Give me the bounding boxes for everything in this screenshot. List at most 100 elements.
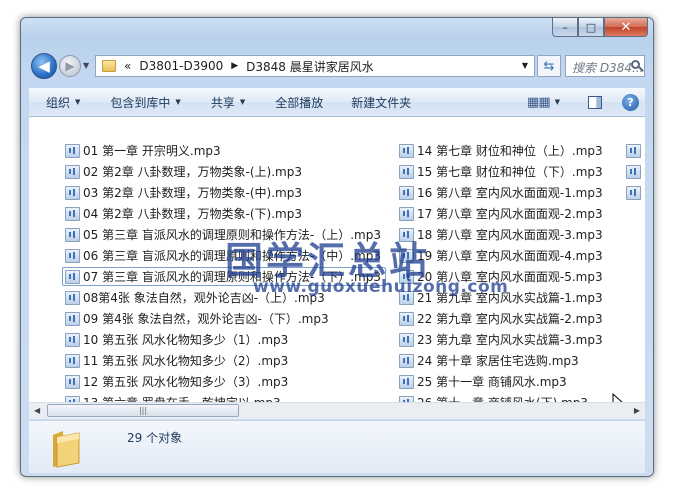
file-item[interactable]: 17 第八章 室内风水面面观-2.mp3 (399, 204, 603, 223)
audio-file-icon (65, 227, 80, 242)
audio-file-icon (626, 185, 641, 200)
file-item[interactable]: 15 第七章 财位和神位（下）.mp3 (399, 162, 603, 181)
audio-file-icon (65, 290, 80, 305)
audio-file-icon (399, 311, 414, 326)
file-item[interactable]: 29 地 (626, 183, 645, 202)
close-button[interactable]: ✕ (604, 18, 648, 37)
address-bar[interactable]: « D3801-D3900 ▶ D3848 晨星讲家居风水 ▼ (95, 55, 535, 77)
file-name: 25 第十一章 商铺风水.mp3 (417, 375, 567, 389)
file-item[interactable]: 24 第十章 家居住宅选购.mp3 (399, 351, 579, 370)
recent-pages-dropdown-icon[interactable]: ▼ (83, 61, 89, 70)
search-input[interactable]: 搜索 D384... (565, 55, 645, 77)
audio-file-icon (65, 248, 80, 263)
file-name: 17 第八章 室内风水面面观-2.mp3 (417, 207, 603, 221)
new-folder-label: 新建文件夹 (351, 95, 412, 110)
file-name: 09 第4张 象法自然，观外论吉凶-（下）.mp3 (83, 312, 329, 326)
play-all-button[interactable]: 全部播放 (275, 94, 323, 111)
search-icon[interactable] (631, 60, 640, 69)
file-item[interactable]: 26 第十一章 商铺风水(下).mp3 (399, 393, 588, 402)
address-overflow[interactable]: « (124, 59, 131, 73)
file-item[interactable]: 13 第六章 罗盘在手，乾坤定以.mp3 (65, 393, 281, 402)
audio-file-icon (626, 143, 641, 158)
file-item[interactable]: 11 第五张 风水化物知多少（2）.mp3 (65, 351, 288, 370)
audio-file-icon (399, 185, 414, 200)
watermark-url: www.guoxuehuizong.com (253, 277, 509, 297)
file-item[interactable]: 27 第 (626, 141, 645, 160)
file-item[interactable]: 28 第 (626, 162, 645, 181)
share-button[interactable]: 共享 ▼ (211, 94, 245, 111)
mouse-cursor-icon (612, 393, 623, 402)
command-bar: 组织 ▼ 包含到库中 ▼ 共享 ▼ 全部播放 新建文件夹 ▦▦ ▼ ? (29, 88, 645, 117)
file-name: 27 第 (644, 142, 645, 159)
share-label: 共享 (210, 95, 235, 110)
forward-button[interactable]: ▶ (59, 55, 81, 77)
file-name: 28 第 (644, 163, 645, 180)
file-item[interactable]: 04 第2章 八卦数理，万物类象-(下).mp3 (65, 204, 302, 223)
file-item[interactable]: 02 第2章 八卦数理，万物类象-(上).mp3 (65, 162, 302, 181)
organize-button[interactable]: 组织 ▼ (46, 94, 80, 111)
audio-file-icon (65, 206, 80, 221)
audio-file-icon (65, 269, 80, 284)
file-item[interactable]: 14 第七章 财位和神位（上）.mp3 (399, 141, 603, 160)
help-icon[interactable]: ? (622, 93, 639, 111)
file-item[interactable]: 10 第五张 风水化物知多少（1）.mp3 (65, 330, 288, 349)
item-count: 29 个对象 (127, 431, 183, 445)
file-name: 18 第八章 室内风水面面观-3.mp3 (417, 228, 603, 242)
file-name: 29 地 (644, 184, 645, 201)
include-in-library-label: 包含到库中 (110, 95, 171, 110)
back-button[interactable]: ◀ (31, 53, 57, 79)
audio-file-icon (626, 164, 641, 179)
refresh-button[interactable]: ⇆ (537, 55, 561, 77)
minimize-button[interactable]: – (552, 18, 578, 37)
file-name: 15 第七章 财位和神位（下）.mp3 (417, 165, 603, 179)
file-name: 12 第五张 风水化物知多少（3）.mp3 (83, 375, 289, 389)
explorer-window: – □ ✕ ◀ ▶ ▼ « D3801-D3900 ▶ D3848 晨星讲家居风… (20, 17, 654, 477)
address-segment-parent[interactable]: D3801-D3900 (139, 59, 223, 73)
file-item[interactable]: 16 第八章 室内风水面面观-1.mp3 (399, 183, 603, 202)
caption-buttons: – □ ✕ (552, 18, 648, 38)
file-name: 22 第九章 室内风水实战篇-2.mp3 (417, 312, 603, 326)
address-segment-current[interactable]: D3848 晨星讲家居风水 (246, 58, 374, 75)
audio-file-icon (65, 311, 80, 326)
navigation-row: ◀ ▶ ▼ « D3801-D3900 ▶ D3848 晨星讲家居风水 ▼ ⇆ … (29, 51, 645, 81)
file-item[interactable]: 09 第4张 象法自然，观外论吉凶-（下）.mp3 (65, 309, 329, 328)
file-item[interactable]: 12 第五张 风水化物知多少（3）.mp3 (65, 372, 288, 391)
audio-file-icon (65, 353, 80, 368)
audio-file-icon (399, 353, 414, 368)
change-view-icon[interactable]: ▦▦ (527, 95, 551, 110)
chevron-down-icon: ▼ (175, 98, 181, 106)
address-dropdown-icon[interactable]: ▼ (522, 61, 528, 70)
horizontal-scrollbar[interactable]: ◀ ||| ▶ (29, 402, 645, 419)
file-name: 11 第五张 风水化物知多少（2）.mp3 (83, 354, 289, 368)
chevron-down-icon: ▼ (75, 98, 81, 106)
address-separator-icon[interactable]: ▶ (231, 61, 238, 71)
preview-pane-icon[interactable] (588, 95, 602, 109)
audio-file-icon (65, 185, 80, 200)
organize-label: 组织 (46, 95, 71, 110)
chevron-down-icon: ▼ (239, 98, 246, 106)
file-name: 26 第十一章 商铺风水(下).mp3 (417, 394, 588, 402)
audio-file-icon (399, 206, 414, 221)
file-name: 02 第2章 八卦数理，万物类象-(上).mp3 (83, 165, 302, 179)
file-name: 14 第七章 财位和神位（上）.mp3 (417, 144, 603, 158)
file-name: 19 第八章 室内风水面面观-4.mp3 (417, 249, 603, 263)
chevron-down-icon[interactable]: ▼ (555, 98, 560, 106)
file-item[interactable]: 23 第九章 室内风水实战篇-3.mp3 (399, 330, 603, 349)
scroll-left-icon[interactable]: ◀ (34, 406, 40, 415)
file-name: 10 第五张 风水化物知多少（1）.mp3 (83, 333, 289, 347)
audio-file-icon (65, 332, 80, 347)
file-name: 23 第九章 室内风水实战篇-3.mp3 (417, 333, 603, 347)
file-name: 24 第十章 家居住宅选购.mp3 (417, 354, 579, 368)
new-folder-button[interactable]: 新建文件夹 (351, 94, 411, 111)
scrollbar-thumb[interactable]: ||| (47, 404, 239, 417)
file-name: 16 第八章 室内风水面面观-1.mp3 (417, 186, 603, 200)
file-item[interactable]: 25 第十一章 商铺风水.mp3 (399, 372, 567, 391)
maximize-button[interactable]: □ (578, 18, 604, 37)
scroll-right-icon[interactable]: ▶ (634, 406, 640, 415)
file-item[interactable]: 03 第2章 八卦数理，万物类象-(中).mp3 (65, 183, 302, 202)
play-all-label: 全部播放 (275, 95, 324, 110)
include-in-library-button[interactable]: 包含到库中 ▼ (110, 94, 180, 111)
file-item[interactable]: 22 第九章 室内风水实战篇-2.mp3 (399, 309, 603, 328)
file-name: 01 第一章 开宗明义.mp3 (83, 144, 221, 158)
file-item[interactable]: 01 第一章 开宗明义.mp3 (65, 141, 221, 160)
